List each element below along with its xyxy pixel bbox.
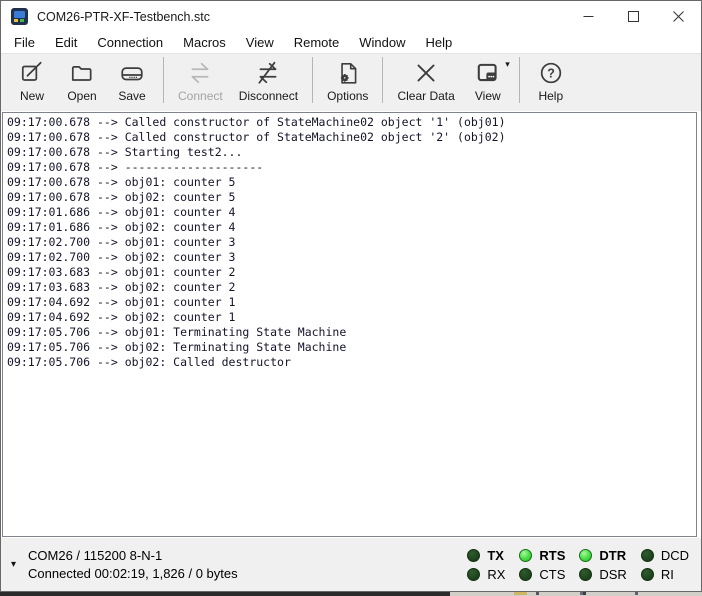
led-label: DCD (661, 548, 689, 563)
log-line: 09:17:00.678 --> obj02: counter 5 (7, 190, 696, 205)
led-dsr: DSR (579, 565, 626, 583)
toolbar-button-label: New (20, 89, 44, 103)
log-line: 09:17:00.678 --> Starting test2... (7, 145, 696, 160)
toolbar-button-label: Clear Data (397, 89, 454, 103)
log-line: 09:17:02.700 --> obj01: counter 3 (7, 235, 696, 250)
new-document-icon (19, 60, 45, 86)
status-texts: COM26 / 115200 8-N-1 Connected 00:02:19,… (28, 547, 467, 583)
close-button[interactable] (656, 1, 701, 32)
open-button[interactable]: Open (57, 54, 107, 103)
led-label: DTR (599, 548, 626, 563)
log-line: 09:17:00.678 --> obj01: counter 5 (7, 175, 696, 190)
toolbar-button-label: View (475, 89, 501, 103)
toolbar-button-label: Open (67, 89, 96, 103)
menu-item-remote[interactable]: Remote (284, 33, 350, 52)
log-line: 09:17:00.678 --> -------------------- (7, 160, 696, 175)
background-window-sliver (450, 592, 702, 596)
menu-item-edit[interactable]: Edit (45, 33, 87, 52)
toolbar-button-label: Save (118, 89, 145, 103)
disconnect-button[interactable]: Disconnect (231, 54, 306, 103)
led-label: CTS (539, 567, 565, 582)
led-label: TX (487, 548, 504, 563)
status-dropdown-arrow-icon[interactable]: ▾ (9, 557, 18, 572)
toolbar-button-label: Disconnect (239, 89, 298, 103)
signal-led-grid: TX RX RTS CTS DTR DSR DCD RI (467, 546, 689, 583)
menu-item-connection[interactable]: Connection (87, 33, 173, 52)
led-label: RX (487, 567, 505, 582)
menu-item-macros[interactable]: Macros (173, 33, 236, 52)
toolbar: New Open Save Connect (1, 53, 701, 111)
led-label: RI (661, 567, 674, 582)
clear-data-icon (413, 60, 439, 86)
disconnect-icon (255, 60, 281, 86)
minimize-button[interactable] (566, 1, 611, 32)
log-line: 09:17:00.678 --> Called constructor of S… (7, 130, 696, 145)
log-line: 09:17:03.683 --> obj01: counter 2 (7, 265, 696, 280)
led-indicator (467, 568, 480, 581)
svg-text:?: ? (547, 66, 555, 80)
menu-item-file[interactable]: File (4, 33, 45, 52)
port-settings-text: COM26 / 115200 8-N-1 (28, 547, 467, 565)
toolbar-separator (519, 57, 520, 103)
log-line: 09:17:02.700 --> obj02: counter 3 (7, 250, 696, 265)
open-folder-icon (69, 60, 95, 86)
menu-item-window[interactable]: Window (349, 33, 415, 52)
menu-bar: FileEditConnectionMacrosViewRemoteWindow… (1, 32, 701, 53)
title-bar: COM26-PTR-XF-Testbench.stc (1, 1, 701, 32)
toolbar-button-label: Options (327, 89, 368, 103)
led-cts: CTS (519, 565, 565, 583)
connect-icon (187, 60, 213, 86)
led-indicator (519, 549, 532, 562)
led-dtr: DTR (579, 546, 626, 564)
connect-button[interactable]: Connect (170, 54, 231, 103)
toolbar-separator (163, 57, 164, 103)
toolbar-separator (312, 57, 313, 103)
log-line: 09:17:04.692 --> obj02: counter 1 (7, 310, 696, 325)
app-icon (11, 8, 28, 25)
led-label: RTS (539, 548, 565, 563)
log-line: 09:17:03.683 --> obj02: counter 2 (7, 280, 696, 295)
led-rts: RTS (519, 546, 565, 564)
window-title: COM26-PTR-XF-Testbench.stc (37, 10, 566, 24)
help-button[interactable]: ? Help (526, 54, 576, 103)
led-rx: RX (467, 565, 505, 583)
help-icon: ? (538, 60, 564, 86)
menu-item-view[interactable]: View (236, 33, 284, 52)
led-indicator (641, 568, 654, 581)
new-button[interactable]: New (7, 54, 57, 103)
maximize-button[interactable] (611, 1, 656, 32)
log-line: 09:17:04.692 --> obj01: counter 1 (7, 295, 696, 310)
dropdown-caret-icon: ▾ (505, 59, 510, 70)
view-panels-icon: ▾ (475, 60, 501, 86)
log-line: 09:17:05.706 --> obj02: Called destructo… (7, 355, 696, 370)
led-tx: TX (467, 546, 505, 564)
log-line: 09:17:05.706 --> obj02: Terminating Stat… (7, 340, 696, 355)
led-indicator (641, 549, 654, 562)
clear-data-button[interactable]: Clear Data (389, 54, 462, 103)
led-indicator (467, 549, 480, 562)
led-ri: RI (641, 565, 689, 583)
log-line: 09:17:05.706 --> obj01: Terminating Stat… (7, 325, 696, 340)
led-indicator (579, 568, 592, 581)
toolbar-button-label: Connect (178, 89, 223, 103)
log-line: 09:17:01.686 --> obj02: counter 4 (7, 220, 696, 235)
desktop-background-sliver (0, 591, 702, 596)
options-gear-icon (335, 60, 361, 86)
toolbar-button-label: Help (538, 89, 563, 103)
led-dcd: DCD (641, 546, 689, 564)
led-indicator (579, 549, 592, 562)
led-indicator (519, 568, 532, 581)
terminal-log[interactable]: 09:17:00.678 --> Called constructor of S… (2, 112, 697, 537)
led-label: DSR (599, 567, 626, 582)
save-drive-icon (119, 60, 145, 86)
view-button[interactable]: ▾ View (463, 54, 513, 103)
connection-status-text: Connected 00:02:19, 1,826 / 0 bytes (28, 565, 467, 583)
menu-item-help[interactable]: Help (416, 33, 463, 52)
status-bar: ▾ COM26 / 115200 8-N-1 Connected 00:02:1… (1, 538, 701, 591)
log-line: 09:17:00.678 --> Called constructor of S… (7, 115, 696, 130)
save-button[interactable]: Save (107, 54, 157, 103)
log-line: 09:17:01.686 --> obj01: counter 4 (7, 205, 696, 220)
options-button[interactable]: Options (319, 54, 376, 103)
toolbar-separator (382, 57, 383, 103)
